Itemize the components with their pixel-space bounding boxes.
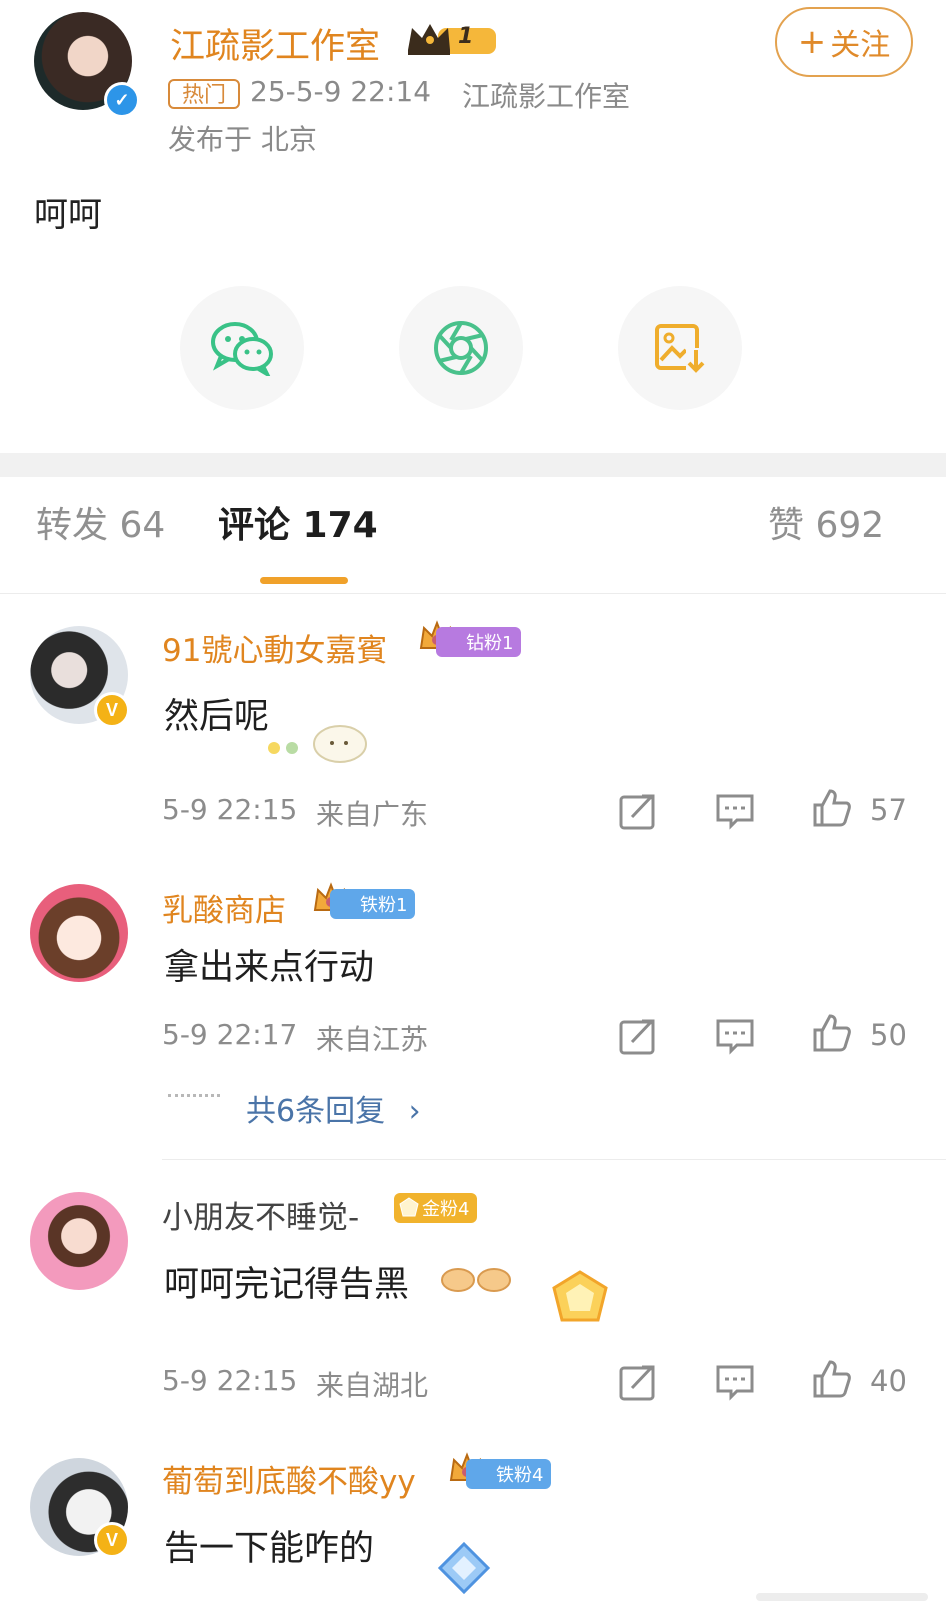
active-tab-indicator bbox=[260, 577, 348, 584]
follow-label: 关注 bbox=[830, 28, 891, 63]
member-level: 1 bbox=[458, 24, 474, 49]
handshake-emoji-icon bbox=[440, 1262, 514, 1298]
share-wechat-button[interactable] bbox=[180, 286, 304, 410]
gold-gem-icon bbox=[398, 1196, 420, 1218]
section-divider bbox=[0, 453, 946, 477]
share-icon[interactable] bbox=[618, 1362, 658, 1402]
comment-region: 来自湖北 bbox=[316, 1369, 429, 1402]
save-image-icon bbox=[655, 324, 706, 374]
post-body: 呵呵 bbox=[34, 195, 102, 235]
save-image-button[interactable] bbox=[618, 286, 742, 410]
verified-icon: V bbox=[94, 692, 130, 728]
comment-time: 5-9 22:17 bbox=[162, 1018, 298, 1051]
fan-level-badge: 钻粉1 bbox=[436, 627, 522, 657]
plus-icon: + bbox=[797, 22, 827, 62]
verified-icon: V bbox=[94, 1522, 130, 1558]
comment-icon[interactable] bbox=[715, 1362, 755, 1402]
comment-region: 来自广东 bbox=[316, 798, 429, 831]
sheep-sticker-icon bbox=[262, 710, 374, 766]
like-count: 50 bbox=[870, 1018, 907, 1052]
commenter-avatar[interactable]: V bbox=[30, 626, 130, 728]
comment-divider bbox=[162, 1159, 946, 1160]
commenter-name[interactable]: 91號心動女嘉賓 bbox=[162, 625, 387, 670]
share-moments-button[interactable] bbox=[399, 286, 523, 410]
commenter-avatar[interactable] bbox=[30, 1192, 128, 1290]
like-icon[interactable] bbox=[812, 788, 852, 828]
post-timestamp: 25-5-9 22:14 bbox=[250, 75, 432, 108]
comment-time: 5-9 22:15 bbox=[162, 793, 298, 826]
commenter-avatar[interactable]: V bbox=[30, 1458, 130, 1558]
follow-button[interactable]: + 关注 bbox=[775, 7, 913, 77]
replies-label: 共6条回复 bbox=[246, 1094, 386, 1129]
verified-icon: ✓ bbox=[104, 82, 140, 118]
comment-region: 来自江苏 bbox=[316, 1023, 429, 1056]
hot-tag: 热门 bbox=[168, 79, 240, 109]
fan-level-badge: 铁粉4 bbox=[466, 1459, 552, 1489]
tab-comments[interactable]: 评论 174 bbox=[218, 496, 378, 548]
post-source: 江疏影工作室 bbox=[462, 80, 631, 113]
post-author-avatar[interactable]: ✓ bbox=[34, 12, 140, 118]
share-icon[interactable] bbox=[618, 791, 658, 831]
post-author-name[interactable]: 江疏影工作室 bbox=[170, 18, 380, 69]
chevron-right-icon: › bbox=[408, 1094, 421, 1129]
blue-gem-decoration-icon bbox=[434, 1540, 494, 1596]
post-location: 发布于 北京 bbox=[168, 123, 317, 156]
tab-repost[interactable]: 转发 64 bbox=[36, 496, 165, 548]
comment-icon[interactable] bbox=[715, 791, 755, 831]
tab-likes[interactable]: 赞 692 bbox=[768, 496, 884, 548]
gold-badge-decoration-icon bbox=[548, 1268, 612, 1326]
comment-text: 呵呵完记得告黑 bbox=[164, 1265, 410, 1305]
commenter-name[interactable]: 乳酸商店 bbox=[162, 885, 286, 930]
replies-dots bbox=[168, 1094, 220, 1097]
like-icon[interactable] bbox=[812, 1013, 852, 1053]
view-replies-link[interactable]: 共6条回复 › bbox=[246, 1086, 421, 1130]
comment-text: 拿出来点行动 bbox=[164, 948, 375, 988]
comment-text: 然后呢 bbox=[164, 697, 270, 737]
comment-time: 5-9 22:15 bbox=[162, 1364, 298, 1397]
like-icon[interactable] bbox=[812, 1359, 852, 1399]
comment-text: 告一下能咋的 bbox=[164, 1529, 375, 1569]
commenter-name[interactable]: 小朋友不睡觉- bbox=[162, 1192, 359, 1237]
like-count: 40 bbox=[870, 1364, 907, 1398]
fan-level-badge: 铁粉1 bbox=[330, 889, 416, 919]
tabs-divider bbox=[0, 593, 946, 594]
share-icon[interactable] bbox=[618, 1016, 658, 1056]
comment-icon[interactable] bbox=[715, 1016, 755, 1056]
member-crown-icon bbox=[404, 20, 500, 58]
wechat-icon bbox=[211, 322, 273, 376]
commenter-avatar[interactable] bbox=[30, 884, 128, 982]
horizontal-scrollbar[interactable] bbox=[756, 1593, 928, 1601]
moments-icon bbox=[434, 321, 488, 375]
commenter-name[interactable]: 葡萄到底酸不酸yy bbox=[162, 1456, 416, 1501]
like-count: 57 bbox=[870, 793, 907, 827]
